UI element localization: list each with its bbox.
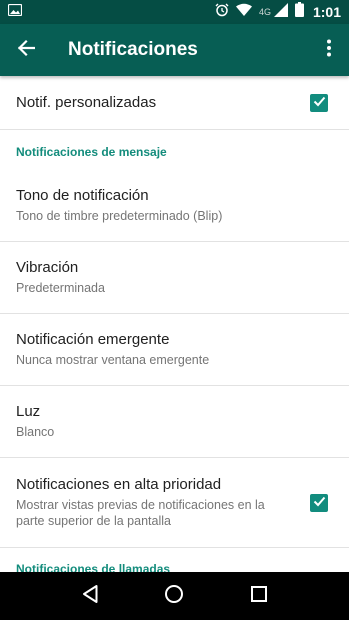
nav-recents-button[interactable] (239, 576, 279, 616)
battery-icon (294, 2, 304, 22)
light-row[interactable]: Luz Blanco (0, 386, 349, 458)
popup-notification-value: Nunca mostrar ventana emergente (16, 353, 210, 367)
alarm-icon (215, 3, 229, 22)
image-icon (7, 3, 23, 21)
signal-icon (273, 2, 288, 22)
high-priority-title: Notificaciones en alta prioridad (16, 476, 222, 493)
app-bar: Notificaciones (0, 24, 349, 76)
message-notifications-header: Notificaciones de mensaje (16, 145, 167, 159)
vibration-row[interactable]: Vibración Predeterminada (0, 242, 349, 314)
back-triangle-icon (81, 584, 99, 609)
nav-back-button[interactable] (70, 576, 110, 616)
status-bar: 4G 1:01 (0, 0, 349, 24)
vibration-title: Vibración (16, 259, 79, 276)
high-priority-description: Mostrar vistas previas de notificaciones… (16, 498, 265, 528)
check-icon (313, 94, 326, 112)
back-button[interactable] (0, 24, 52, 76)
notification-tone-row[interactable]: Tono de notificación Tono de timbre pred… (0, 170, 349, 242)
settings-list: Notif. personalizadas Notificaciones de … (0, 76, 349, 572)
arrow-back-icon (17, 39, 36, 62)
popup-notification-row[interactable]: Notificación emergente Nunca mostrar ven… (0, 314, 349, 386)
status-time: 1:01 (312, 4, 341, 20)
recents-square-icon (250, 585, 268, 608)
navigation-bar (0, 572, 349, 620)
page-title: Notificaciones (68, 39, 198, 60)
call-notifications-header: Notificaciones de llamadas (16, 562, 171, 572)
check-icon (313, 494, 326, 512)
light-title: Luz (16, 403, 41, 420)
notification-tone-value: Tono de timbre predeterminado (Blip) (16, 209, 223, 223)
wifi-icon (235, 3, 252, 21)
nav-home-button[interactable] (154, 576, 194, 616)
popup-notification-title: Notificación emergente (16, 331, 170, 348)
custom-notifications-row[interactable]: Notif. personalizadas (0, 76, 349, 130)
high-priority-checkbox[interactable] (310, 493, 328, 512)
home-circle-icon (164, 584, 184, 609)
notification-tone-title: Tono de notificación (16, 187, 149, 204)
vibration-value: Predeterminada (16, 281, 105, 295)
custom-notifications-label: Notif. personalizadas (16, 94, 157, 111)
light-value: Blanco (16, 425, 55, 439)
more-vert-icon (327, 39, 331, 62)
custom-notifications-checkbox[interactable] (310, 93, 328, 112)
overflow-menu-button[interactable] (309, 24, 349, 76)
network-type: 4G (258, 7, 271, 17)
high-priority-row[interactable]: Notificaciones en alta prioridad Mostrar… (0, 458, 349, 548)
